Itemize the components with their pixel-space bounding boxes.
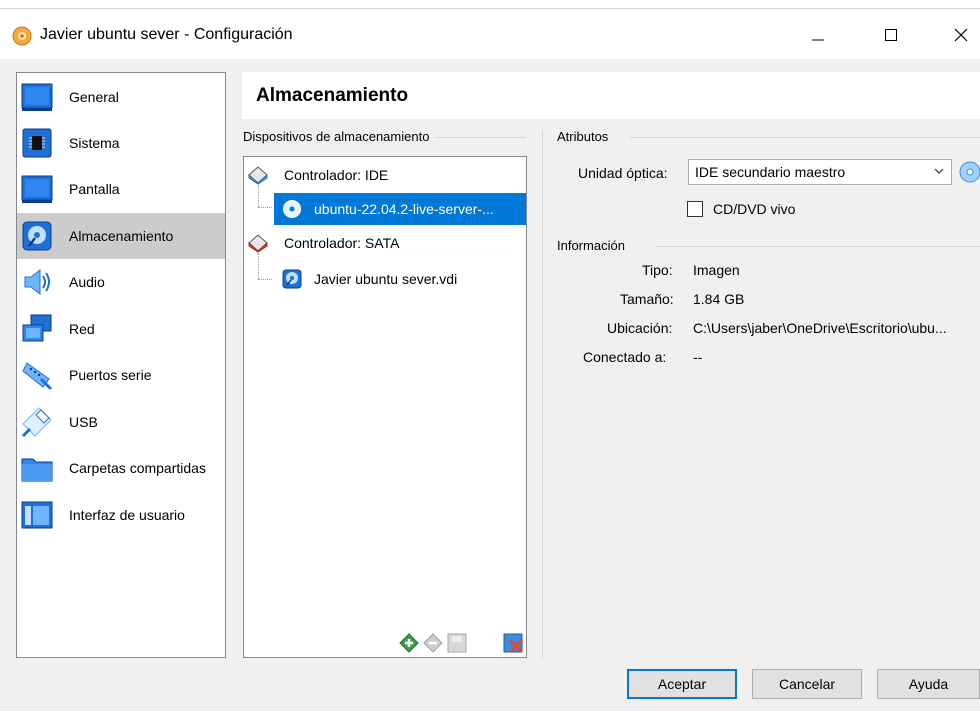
category-shared-folders[interactable]: Carpetas compartidas [17, 445, 225, 491]
usb-icon [21, 407, 52, 438]
remove-controller-icon[interactable] [422, 632, 444, 654]
virtualbox-app-icon [12, 26, 32, 46]
storage-icon [22, 221, 52, 251]
controller-label: Controlador: SATA [284, 235, 400, 251]
category-user-interface[interactable]: Interfaz de usuario [17, 492, 225, 538]
type-label: Tipo: [642, 262, 673, 278]
storage-tree[interactable]: Controlador: IDE ubuntu-22.04.2-live-ser… [243, 156, 527, 658]
minimize-icon [812, 39, 824, 41]
sata-controller-icon [248, 234, 268, 253]
ide-controller-icon [248, 166, 268, 185]
device-hard-disk-vdi[interactable]: Javier ubuntu sever.vdi [274, 263, 526, 295]
accept-button[interactable]: Aceptar [627, 669, 737, 699]
optical-drive-label: Unidad óptica: [578, 165, 668, 181]
category-label: Interfaz de usuario [69, 507, 185, 523]
type-value: Imagen [693, 262, 740, 278]
audio-icon [24, 268, 50, 296]
category-label: Puertos serie [69, 367, 152, 383]
information-group-line [655, 246, 980, 247]
settings-category-list[interactable]: General Sistema Pantalla Almacenamiento [16, 72, 226, 658]
choose-disk-icon[interactable] [958, 160, 980, 184]
size-value: 1.84 GB [693, 291, 745, 307]
device-optical-ubuntu-iso[interactable]: ubuntu-22.04.2-live-server-... [274, 193, 526, 225]
live-cd-label: CD/DVD vivo [713, 201, 796, 217]
size-label: Tamaño: [620, 291, 674, 307]
panel-separator [542, 130, 543, 658]
category-label: Almacenamiento [69, 228, 174, 244]
tree-connector [258, 185, 259, 207]
controller-ide[interactable]: Controlador: IDE [244, 159, 526, 191]
category-usb[interactable]: USB [17, 399, 225, 445]
category-label: General [69, 89, 119, 105]
hard-disk-icon [282, 269, 302, 289]
category-serial-ports[interactable]: Puertos serie [17, 352, 225, 398]
screen-top-edge [0, 0, 980, 8]
category-label: Audio [69, 274, 105, 290]
page-header: Almacenamiento [242, 72, 980, 119]
category-network[interactable]: Red [17, 306, 225, 352]
device-label: Javier ubuntu sever.vdi [314, 271, 458, 287]
help-button[interactable]: Ayuda [877, 669, 980, 699]
category-label: Sistema [69, 135, 120, 151]
category-label: Red [69, 321, 95, 337]
category-storage[interactable]: Almacenamiento [17, 213, 225, 259]
remove-attachment-icon[interactable] [502, 632, 524, 654]
category-general[interactable]: General [17, 74, 225, 120]
minimize-button[interactable] [795, 20, 841, 50]
location-value: C:\Users\jaber\OneDrive\Escritorio\ubu..… [693, 320, 947, 336]
close-button[interactable] [938, 20, 980, 50]
controller-sata[interactable]: Controlador: SATA [244, 227, 526, 259]
maximize-button[interactable] [868, 20, 914, 50]
close-icon [954, 28, 968, 42]
general-icon [21, 83, 53, 111]
category-label: Pantalla [69, 181, 120, 197]
maximize-icon [885, 29, 897, 41]
serial-ports-icon [22, 362, 53, 391]
category-display[interactable]: Pantalla [17, 166, 225, 212]
display-icon [21, 175, 53, 203]
optical-disc-icon [283, 200, 301, 218]
optical-drive-value: IDE secundario maestro [695, 164, 846, 180]
title-bar[interactable]: Javier ubuntu sever - Configuración [0, 9, 980, 59]
category-system[interactable]: Sistema [17, 120, 225, 166]
attached-to-label: Conectado a: [583, 349, 667, 365]
category-label: USB [69, 414, 98, 430]
attributes-group-line [630, 137, 980, 138]
category-label: Carpetas compartidas [69, 460, 206, 476]
add-controller-icon[interactable] [398, 632, 420, 654]
device-label: ubuntu-22.04.2-live-server-... [314, 201, 494, 217]
page-title: Almacenamiento [256, 85, 409, 106]
cancel-button[interactable]: Cancelar [752, 669, 862, 699]
chevron-down-icon [934, 168, 944, 174]
information-label: Información [557, 238, 631, 253]
storage-devices-label: Dispositivos de almacenamiento [243, 129, 436, 144]
tree-connector [258, 279, 272, 280]
network-icon [22, 314, 52, 342]
add-attachment-icon[interactable] [446, 632, 468, 654]
attached-to-value: -- [693, 349, 703, 365]
live-cd-checkbox[interactable] [687, 201, 703, 217]
window-title: Javier ubuntu sever - Configuración [40, 26, 293, 43]
storage-group-line [420, 137, 526, 138]
user-interface-icon [21, 501, 53, 529]
tree-connector [258, 207, 272, 208]
category-audio[interactable]: Audio [17, 259, 225, 305]
location-label: Ubicación: [607, 320, 673, 336]
attributes-label: Atributos [557, 129, 615, 144]
optical-drive-select[interactable]: IDE secundario maestro [688, 159, 952, 185]
controller-label: Controlador: IDE [284, 167, 389, 183]
tree-connector [258, 253, 259, 279]
shared-folders-icon [21, 458, 53, 482]
system-icon [22, 128, 52, 158]
